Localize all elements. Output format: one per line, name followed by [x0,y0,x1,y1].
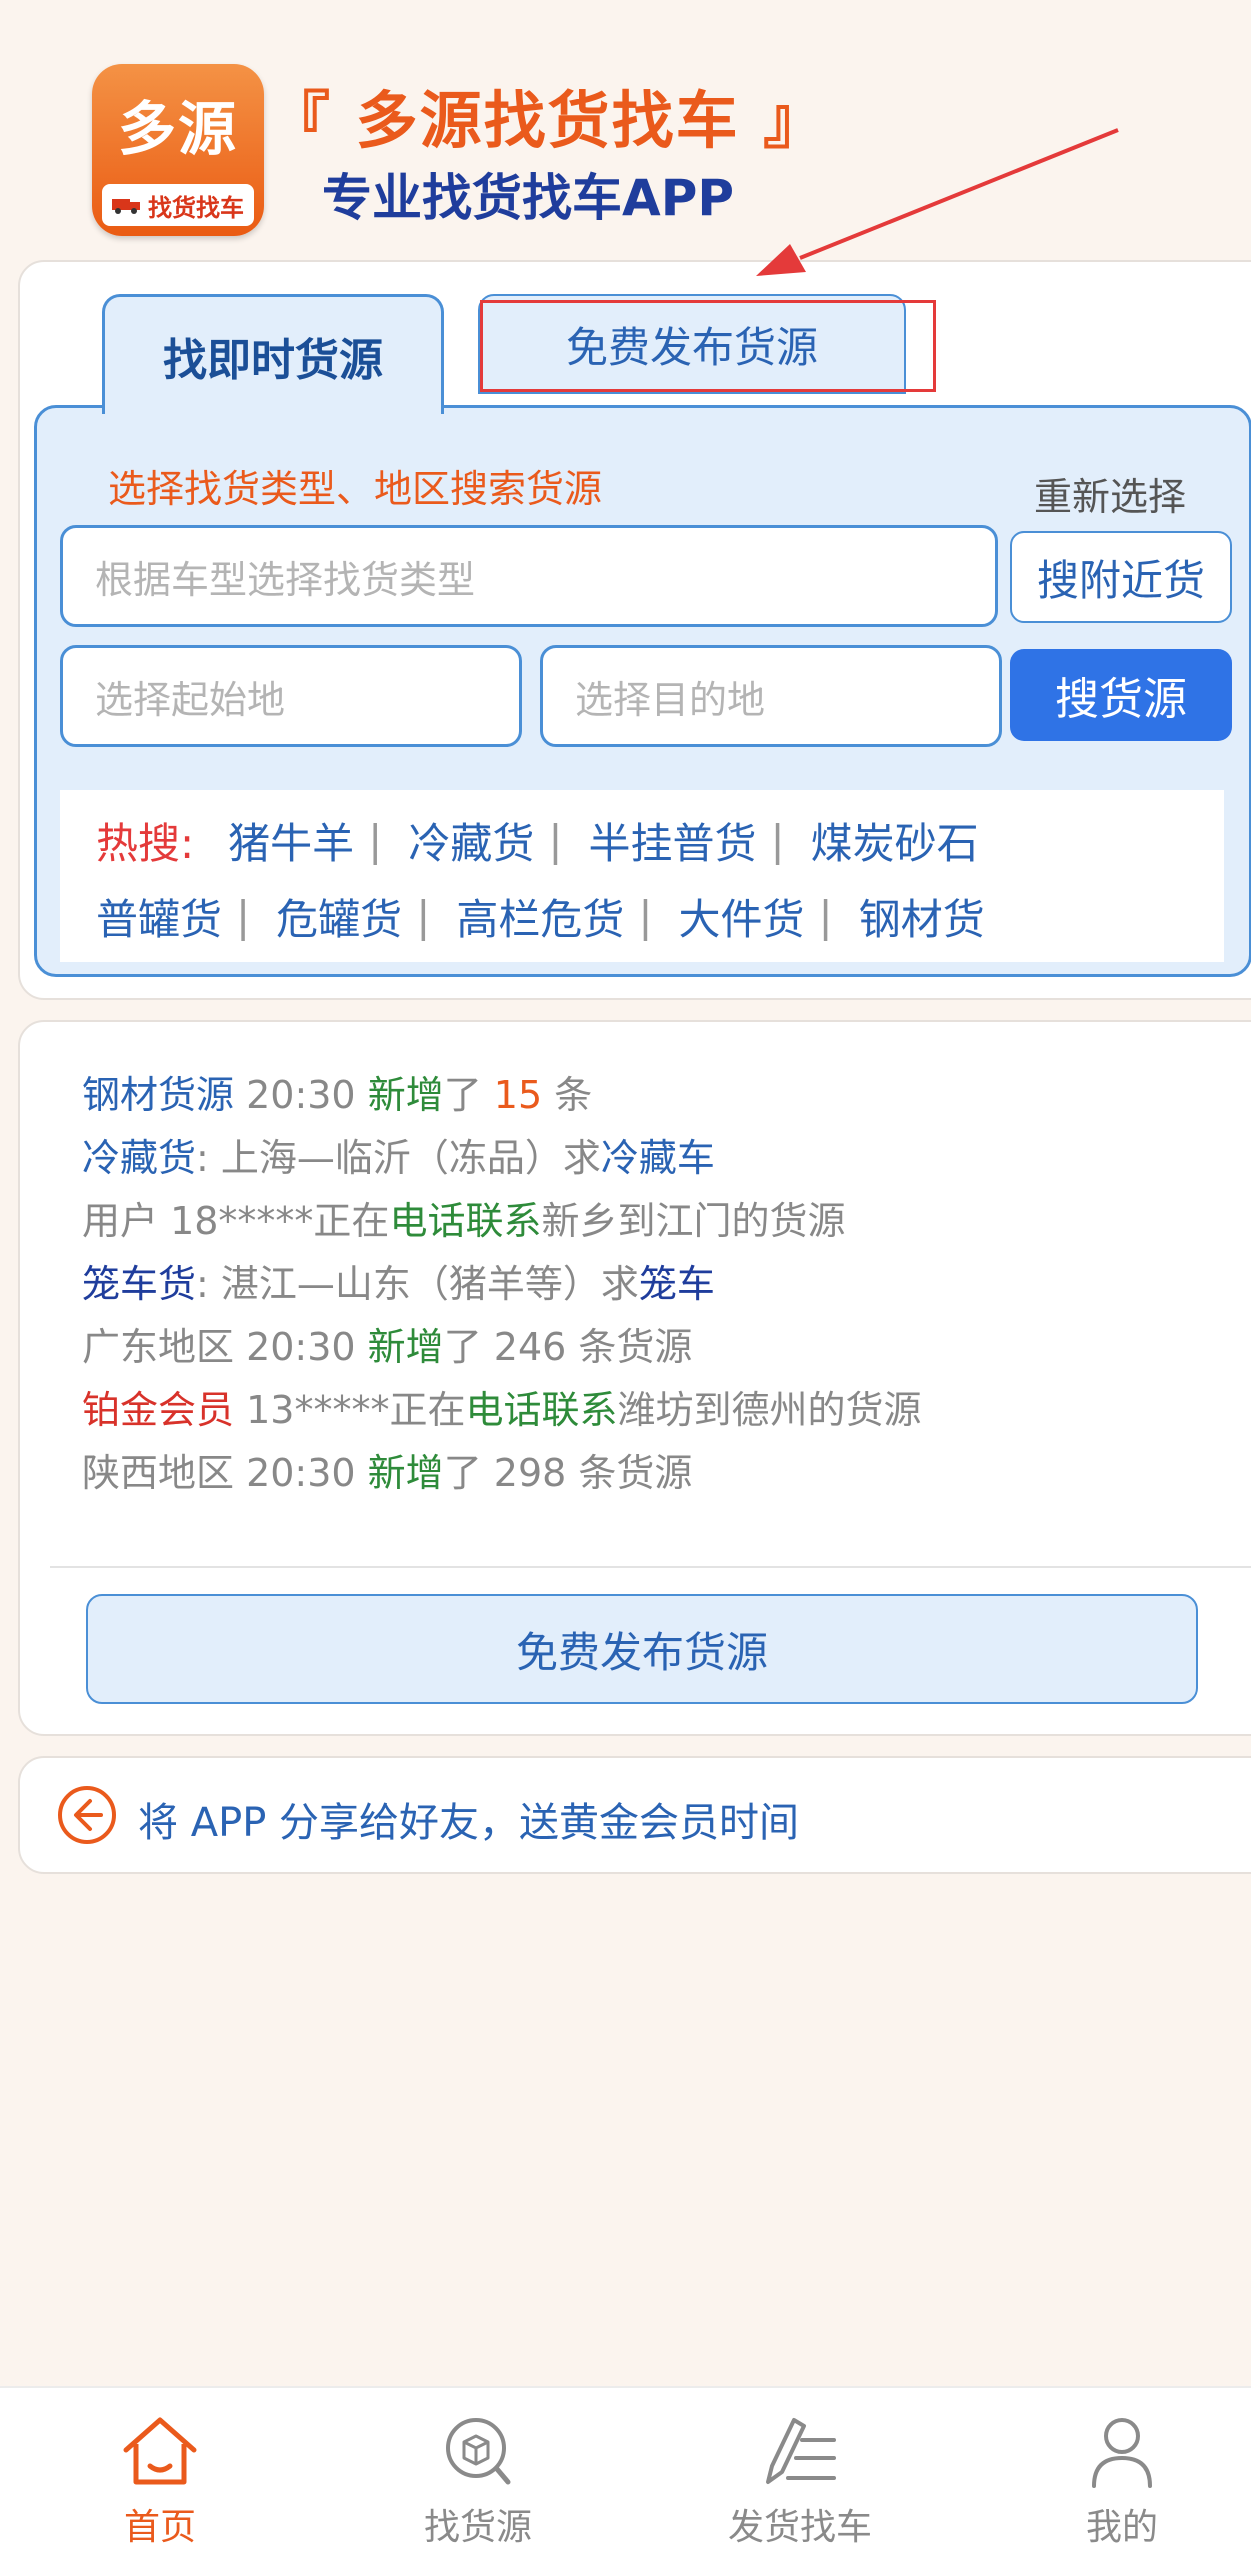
search-nearby-button[interactable]: 搜附近货 [1010,531,1232,623]
feed-item[interactable]: 笼车货: 湛江—山东（猪羊等）求笼车 [82,1253,715,1308]
nav-ship[interactable]: 发货找车 [644,2388,956,2556]
nav-mine[interactable]: 我的 [966,2388,1251,2556]
truck-icon [112,199,140,214]
share-text[interactable]: 将 APP 分享给好友，送黄金会员时间 [138,1790,799,1848]
nav-home[interactable]: 首页 [4,2388,316,2556]
search-box-icon [446,2418,511,2485]
logo-text: 多源 [117,95,238,163]
hot-item-highrail[interactable]: 高栏危货 [456,886,624,947]
search-goods-button[interactable]: 搜货源 [1010,649,1232,741]
feed-item[interactable]: 用户 18*****正在电话联系新乡到江门的货源 [82,1190,845,1245]
nav-home-label: 首页 [123,2507,196,2548]
logo-subtext: 找货找车 [148,193,244,222]
pen-list-icon [766,2418,836,2484]
nav-ship-label: 发货找车 [727,2507,872,2548]
back-arrow-circle-icon [58,1786,116,1844]
feed-item[interactable]: 广东地区 20:30 新增了 246 条货源 [82,1316,692,1371]
feed-divider [50,1566,1251,1568]
hot-search-row: 普罐货 | 危罐货 | 高栏危货 | 大件货 | 钢材货 [96,886,985,947]
feed-item[interactable]: 冷藏货: 上海—临沂（冻品）求冷藏车 [82,1127,715,1182]
reselect-link[interactable]: 重新选择 [1034,466,1186,521]
annotation-highlight-box [480,300,936,392]
hot-item-tank[interactable]: 普罐货 [96,886,222,947]
hot-item-oversize[interactable]: 大件货 [679,886,805,947]
app-screen: 多源 找货找车 『 多源找货找车 』 专业找货找车APP 免费发布货源 找即时货… [0,0,1251,2556]
nav-find-goods-label: 找货源 [423,2507,532,2548]
free-publish-button[interactable]: 免费发布货源 [86,1594,1198,1704]
hot-search-box: 热搜: 猪牛羊 | 冷藏货 | 半挂普货 | 煤炭砂石 普罐货 | 危罐货 | 高栏危货 |… [60,790,1224,962]
hot-item-hazard-tank[interactable]: 危罐货 [276,886,402,947]
hot-search-label: 热搜: [96,819,195,868]
search-hint: 选择找货类型、地区搜索货源 [108,467,603,511]
hot-item-cattle[interactable]: 猪牛羊 [228,810,354,871]
brand-subtitle: 专业找货找车APP [322,169,734,227]
home-icon [123,2417,197,2485]
brand-title: 『 多源找货找车 』 [268,84,828,157]
feed-item[interactable]: 钢材货源 20:30 新增了 15 条 [82,1064,592,1119]
tab-instant-goods[interactable]: 找即时货源 [102,294,444,414]
feed-item[interactable]: 铂金会员 13*****正在电话联系潍坊到德州的货源 [82,1379,921,1434]
hot-item-coal[interactable]: 煤炭砂石 [811,810,979,871]
nav-mine-label: 我的 [1085,2507,1158,2548]
bottom-nav: 首页 找货源 发货找车 我的 [0,2386,1251,2556]
hot-search-row: 热搜: 猪牛羊 | 冷藏货 | 半挂普货 | 煤炭砂石 [96,810,979,871]
feed-item[interactable]: 陕西地区 20:30 新增了 298 条货源 [82,1442,692,1497]
hot-item-semitrailer[interactable]: 半挂普货 [589,810,757,871]
hot-item-steel[interactable]: 钢材货 [859,886,985,947]
nav-find-goods[interactable]: 找货源 [322,2388,634,2556]
tab-instant-goods-label: 找即时货源 [163,334,383,386]
goods-type-field[interactable]: 根据车型选择找货类型 [60,525,998,627]
logo-strip: 找货找车 [102,184,254,226]
origin-field[interactable]: 选择起始地 [60,645,522,747]
app-logo: 多源 找货找车 [92,64,264,236]
hot-item-cold[interactable]: 冷藏货 [408,810,534,871]
user-icon [1092,2418,1152,2488]
destination-field[interactable]: 选择目的地 [540,645,1002,747]
